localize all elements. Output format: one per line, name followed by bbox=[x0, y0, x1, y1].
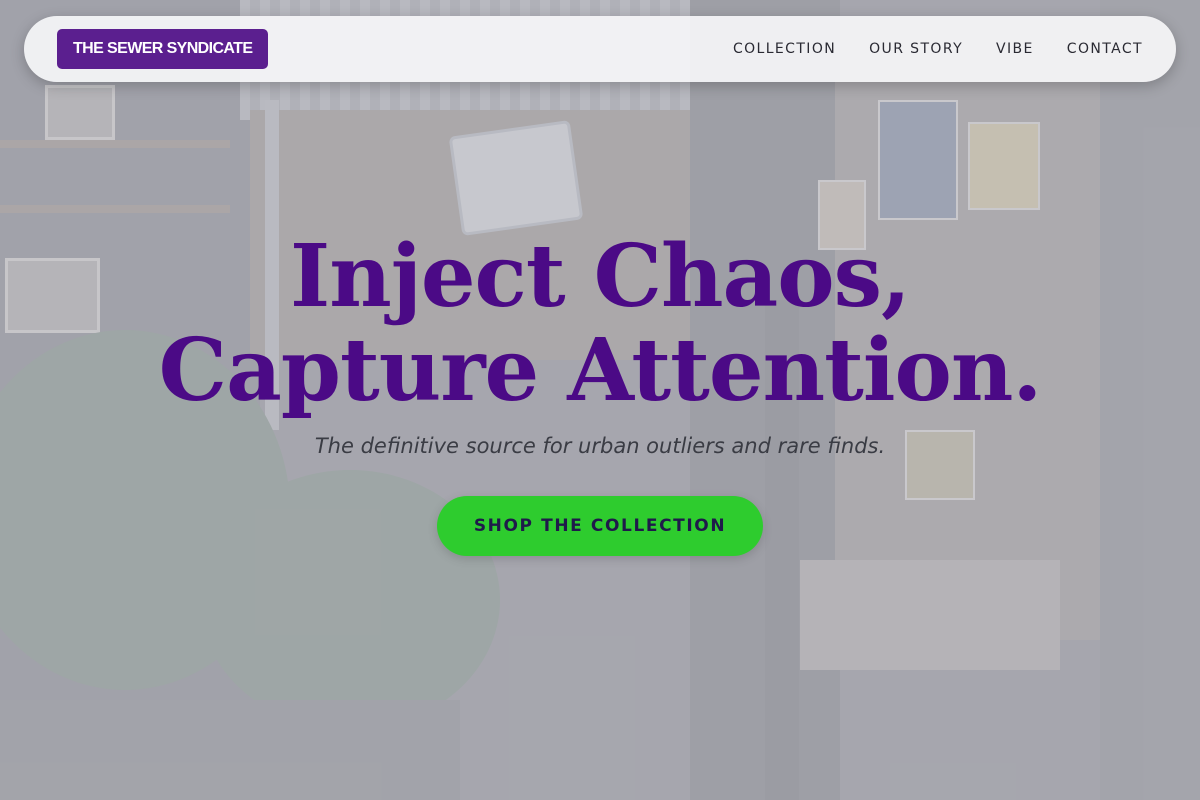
hero-headline-line-2: Capture Attention. bbox=[158, 320, 1043, 421]
top-navigation-bar: THE SEWER SYNDICATE COLLECTION OUR STORY… bbox=[24, 16, 1176, 82]
nav-link-vibe[interactable]: VIBE bbox=[996, 41, 1034, 57]
hero-headline-line-1: Inject Chaos, bbox=[289, 226, 911, 327]
nav-link-contact[interactable]: CONTACT bbox=[1067, 41, 1143, 57]
hero-subheadline: The definitive source for urban outliers… bbox=[314, 434, 886, 458]
hero-headline: Inject Chaos, Capture Attention. bbox=[0, 230, 1200, 418]
brand-logo[interactable]: THE SEWER SYNDICATE bbox=[57, 29, 269, 69]
shop-collection-button[interactable]: SHOP THE COLLECTION bbox=[437, 496, 763, 556]
hero-section: Inject Chaos, Capture Attention. The def… bbox=[0, 230, 1200, 556]
nav-link-collection[interactable]: COLLECTION bbox=[733, 41, 836, 57]
nav-link-our-story[interactable]: OUR STORY bbox=[869, 41, 963, 57]
nav-links: COLLECTION OUR STORY VIBE CONTACT bbox=[733, 41, 1143, 57]
